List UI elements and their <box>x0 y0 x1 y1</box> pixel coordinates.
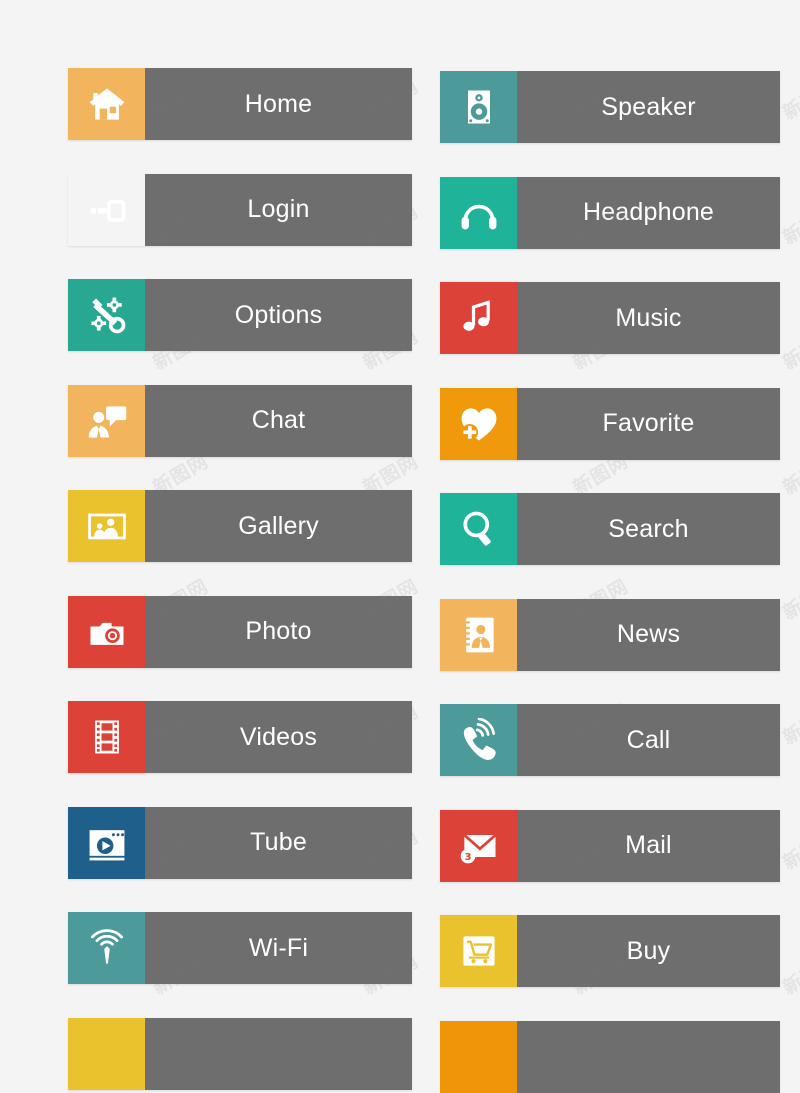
menu-button-label: Options <box>235 303 323 328</box>
menu-button-label: Buy <box>627 939 671 964</box>
house-icon <box>68 68 145 140</box>
menu-button-label-wrap <box>517 1021 780 1093</box>
menu-button-label: Call <box>627 728 671 753</box>
video-player-icon <box>68 807 145 879</box>
menu-button-label: Home <box>245 92 313 117</box>
menu-button-label: Login <box>247 197 309 222</box>
partial-icon <box>440 1021 517 1093</box>
menu-button-label-wrap: Home <box>145 68 412 140</box>
menu-button-label-wrap: Tube <box>145 807 412 879</box>
menu-button-label-wrap: Call <box>517 704 780 776</box>
menu-button-speaker[interactable]: Speaker <box>440 71 780 143</box>
menu-button-headphone[interactable]: Headphone <box>440 177 780 249</box>
menu-button-videos[interactable]: Videos <box>68 701 412 773</box>
menu-button-login[interactable]: Login <box>68 174 412 246</box>
menu-button-call[interactable]: Call <box>440 704 780 776</box>
menu-button-label-wrap: Speaker <box>517 71 780 143</box>
menu-button-photo[interactable]: Photo <box>68 596 412 668</box>
menu-button-label: News <box>617 622 680 647</box>
menu-button-label-wrap: Gallery <box>145 490 412 562</box>
menu-button-label-wrap: Favorite <box>517 388 780 460</box>
heart-plus-icon <box>440 388 517 460</box>
magnifier-icon <box>440 493 517 565</box>
menu-button-partial-right-10[interactable] <box>440 1021 780 1093</box>
wrench-gear-icon <box>68 279 145 351</box>
svg-text:3: 3 <box>464 851 471 862</box>
menu-button-label-wrap: Videos <box>145 701 412 773</box>
menu-button-label-wrap: Headphone <box>517 177 780 249</box>
menu-button-news[interactable]: News <box>440 599 780 671</box>
menu-button-label-wrap: Login <box>145 174 412 246</box>
menu-button-home[interactable]: Home <box>68 68 412 140</box>
menu-button-label: Videos <box>240 725 317 750</box>
speaker-icon <box>440 71 517 143</box>
menu-button-search[interactable]: Search <box>440 493 780 565</box>
menu-button-label: Wi-Fi <box>249 936 308 961</box>
menu-button-label: Headphone <box>583 200 714 225</box>
headphone-icon <box>440 177 517 249</box>
menu-button-label-wrap: News <box>517 599 780 671</box>
menu-button-label-wrap: Wi-Fi <box>145 912 412 984</box>
person-speech-bubble-icon <box>68 385 145 457</box>
menu-button-label: Speaker <box>601 95 696 120</box>
menu-button-tube[interactable]: Tube <box>68 807 412 879</box>
menu-button-label: Chat <box>252 408 306 433</box>
menu-button-label-wrap: Photo <box>145 596 412 668</box>
menu-button-label-wrap <box>145 1018 412 1090</box>
menu-button-label-wrap: Music <box>517 282 780 354</box>
menu-button-label-wrap: Buy <box>517 915 780 987</box>
menu-button-chat[interactable]: Chat <box>68 385 412 457</box>
menu-button-label-wrap: Mail <box>517 810 780 882</box>
menu-button-partial-left-10[interactable] <box>68 1018 412 1090</box>
shopping-cart-icon <box>440 915 517 987</box>
key-icon <box>68 174 145 246</box>
menu-button-wi-fi[interactable]: Wi-Fi <box>68 912 412 984</box>
menu-button-label: Music <box>615 306 681 331</box>
contact-book-icon <box>440 599 517 671</box>
menu-button-label-wrap: Search <box>517 493 780 565</box>
camera-icon <box>68 596 145 668</box>
partial-icon <box>68 1018 145 1090</box>
music-note-icon <box>440 282 517 354</box>
menu-button-options[interactable]: Options <box>68 279 412 351</box>
menu-button-label: Photo <box>245 619 311 644</box>
menu-button-label: Search <box>608 517 688 542</box>
film-strip-icon <box>68 701 145 773</box>
phone-ringing-icon <box>440 704 517 776</box>
menu-button-favorite[interactable]: Favorite <box>440 388 780 460</box>
menu-button-gallery[interactable]: Gallery <box>68 490 412 562</box>
menu-button-label: Favorite <box>603 411 695 436</box>
menu-button-label: Tube <box>250 830 307 855</box>
menu-button-label-wrap: Chat <box>145 385 412 457</box>
menu-button-label: Gallery <box>238 514 319 539</box>
envelope-icon: 3 <box>440 810 517 882</box>
menu-button-label: Mail <box>625 833 672 858</box>
menu-button-mail[interactable]: 3 Mail <box>440 810 780 882</box>
picture-frame-icon <box>68 490 145 562</box>
button-grid: Home Login Options Chat Gallery Photo Videos Tu… <box>0 0 800 1025</box>
wifi-signal-icon <box>68 912 145 984</box>
menu-button-buy[interactable]: Buy <box>440 915 780 987</box>
menu-button-label-wrap: Options <box>145 279 412 351</box>
menu-button-music[interactable]: Music <box>440 282 780 354</box>
